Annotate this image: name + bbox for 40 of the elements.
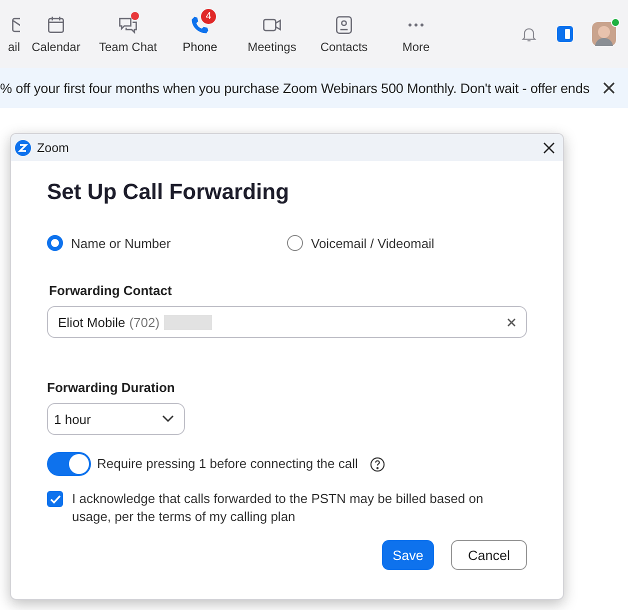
calendar-icon [45, 14, 67, 36]
help-icon[interactable] [370, 456, 385, 472]
nav-tab[interactable]: Calendar [20, 6, 92, 54]
radio-label: Voicemail / Videomail [311, 236, 434, 250]
window-title: Zoom [37, 140, 69, 154]
save-button[interactable]: Save [382, 540, 434, 570]
close-icon[interactable] [602, 81, 616, 95]
dialog-heading: Set Up Call Forwarding [47, 179, 290, 205]
contact-field[interactable]: Eliot Mobile (702) [47, 306, 527, 338]
clear-icon[interactable] [507, 318, 516, 326]
close-icon[interactable] [543, 142, 555, 154]
nav-tab[interactable]: More [380, 6, 452, 54]
radio-label: Name or Number [71, 236, 171, 250]
radio-option[interactable]: Name or Number [47, 235, 287, 251]
contacts-icon [333, 14, 355, 36]
app-logo-icon [15, 140, 31, 156]
toggle-label: Require pressing 1 before connecting the call [97, 455, 358, 473]
nav-tab[interactable]: Meetings [236, 6, 308, 54]
side-panel-icon[interactable] [556, 25, 574, 43]
phone-icon [189, 14, 211, 36]
phone-number: (702) [129, 314, 160, 330]
toggle-switch[interactable] [47, 452, 91, 476]
cancel-button[interactable]: Cancel [451, 540, 527, 570]
checkbox[interactable] [47, 491, 63, 507]
chevron-icon [162, 415, 174, 423]
nav-tab[interactable]: Contacts [308, 6, 380, 54]
count-badge: 4 [201, 9, 216, 24]
nav-tab[interactable]: Team Chat [92, 6, 164, 54]
more-icon [408, 23, 424, 27]
promo-text: % off your first four months when you purchase Zoom Webinars 500 Monthly. Don't wait - offer ends [0, 80, 590, 96]
field-label: Forwarding Duration [47, 380, 176, 395]
contact-name: Eliot Mobile [58, 314, 126, 330]
field-label: Forwarding Contact [49, 283, 173, 298]
nav-tab[interactable]: ail [0, 6, 20, 54]
bell-icon[interactable] [520, 25, 538, 43]
duration-dropdown[interactable]: 1 hour [47, 403, 185, 435]
redaction-block [164, 314, 212, 330]
nav-tab[interactable]: 4 Phone [164, 6, 236, 54]
acknowledge-text: I acknowledge that calls forwarded to the PSTN may be billed based on usage, per the terms of my calling plan [72, 490, 484, 526]
radio-option[interactable]: Voicemail / Videomail [287, 235, 527, 251]
